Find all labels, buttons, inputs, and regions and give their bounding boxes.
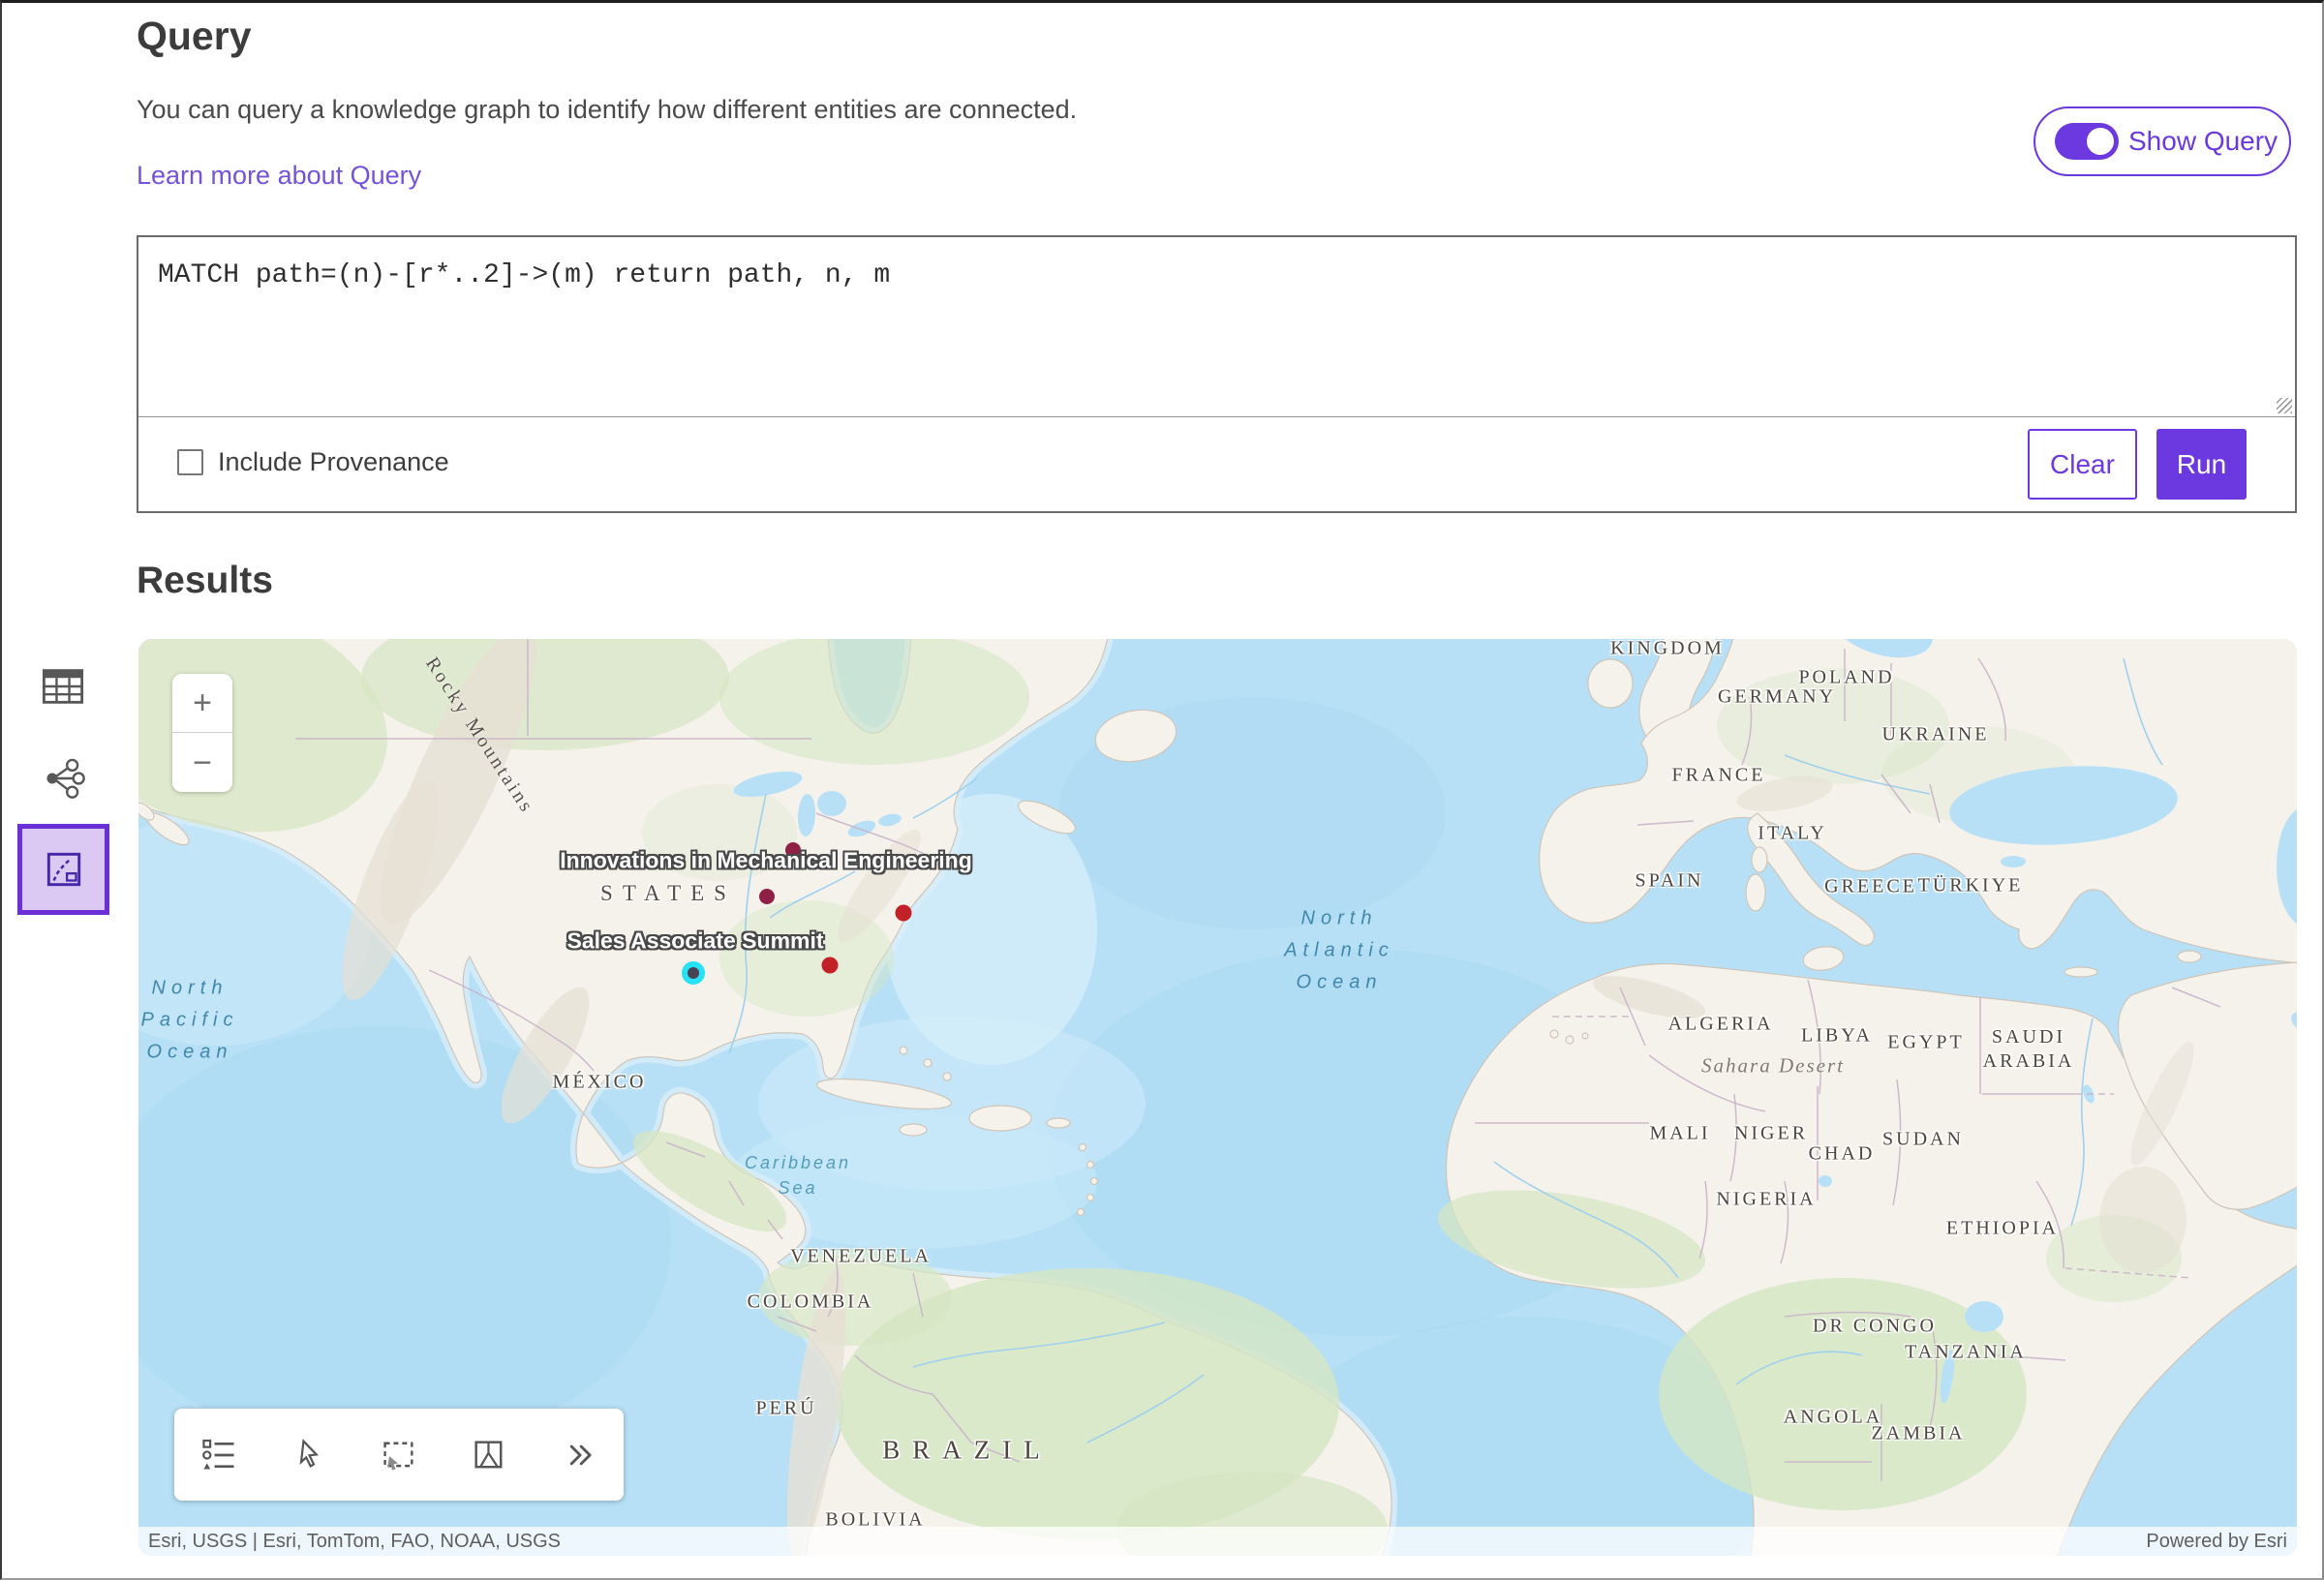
- map-label: FRANCE: [1672, 765, 1766, 787]
- map-label: BRAZIL: [882, 1436, 1053, 1466]
- query-editor-footer: Include Provenance Clear Run: [138, 416, 2295, 511]
- zoom-in-button[interactable]: +: [172, 674, 232, 733]
- map-label: CHAD: [1809, 1143, 1876, 1166]
- show-query-label: Show Query: [2128, 126, 2278, 157]
- map-label: COLOMBIA: [748, 1291, 874, 1314]
- powered-by-esri: Powered by Esri: [2136, 1531, 2297, 1553]
- map-label: KINGDOM: [1610, 639, 1725, 660]
- map-label: VENEZUELA: [790, 1246, 932, 1268]
- toggle-switch-icon[interactable]: [2055, 123, 2119, 160]
- table-view-button[interactable]: [38, 662, 88, 713]
- map-label: LIBYA: [1801, 1025, 1873, 1048]
- include-provenance-checkbox[interactable]: [177, 449, 203, 475]
- map-label: SAUDI ARABIA: [1983, 1025, 2075, 1074]
- attribution-sources: Esri, USGS | Esri, TomTom, FAO, NOAA, US…: [138, 1531, 570, 1553]
- page-description: You can query a knowledge graph to ident…: [137, 95, 1077, 125]
- map-label: ZAMBIA: [1872, 1423, 1966, 1445]
- pointer-button[interactable]: [284, 1430, 334, 1480]
- map-label: GERMANY: [1718, 686, 1836, 709]
- select-polygon-button[interactable]: [464, 1430, 514, 1480]
- map-label: TÜRKIYE: [1918, 875, 2024, 897]
- results-map[interactable]: Innovations in Mechanical Engineering Sal…: [138, 639, 2297, 1556]
- query-editor: MATCH path=(n)-[r*..2]->(m) return path,…: [137, 235, 2297, 513]
- map-label: ANGOLA: [1784, 1407, 1882, 1429]
- select-rectangle-icon: [380, 1436, 418, 1474]
- show-query-toggle[interactable]: Show Query: [2034, 106, 2291, 176]
- learn-more-link[interactable]: Learn more about Query: [137, 161, 421, 191]
- map-label: ALGERIA: [1668, 1014, 1774, 1036]
- map-label: POLAND: [1798, 667, 1894, 689]
- map-label: NIGER: [1734, 1123, 1808, 1145]
- map-label: NIGERIA: [1716, 1189, 1816, 1211]
- map-label: Caribbean Sea: [745, 1150, 851, 1200]
- map-label: North Pacific Ocean: [141, 973, 239, 1069]
- map-label: ETHIOPIA: [1946, 1218, 2059, 1240]
- cursor-icon: [290, 1436, 328, 1474]
- map-label: ITALY: [1758, 823, 1826, 845]
- results-title: Results: [137, 560, 273, 602]
- map-label: UKRAINE: [1882, 724, 1990, 746]
- query-input[interactable]: MATCH path=(n)-[r*..2]->(m) return path,…: [138, 237, 2295, 414]
- zoom-out-button[interactable]: −: [172, 733, 232, 792]
- map-label: EGYPT: [1887, 1032, 1964, 1054]
- map-label: GREECE: [1824, 876, 1917, 898]
- map-label: SPAIN: [1636, 870, 1704, 893]
- page-title: Query: [137, 14, 252, 59]
- map-label: Sahara Desert: [1701, 1054, 1845, 1079]
- network-icon: [42, 755, 88, 802]
- map-event-label: Sales Associate Summit: [566, 928, 823, 955]
- map-event-label: Innovations in Mechanical Engineering: [560, 848, 972, 874]
- clear-button[interactable]: Clear: [2028, 429, 2137, 500]
- map-label: Rocky Mountains: [420, 653, 538, 818]
- select-rectangle-button[interactable]: [374, 1430, 424, 1480]
- map-label: STATES: [600, 881, 736, 906]
- map-label: TANZANIA: [1905, 1342, 2027, 1364]
- map-view-button[interactable]: [17, 824, 109, 915]
- run-button[interactable]: Run: [2156, 429, 2247, 500]
- map-toolbar: [174, 1409, 624, 1501]
- map-label: PERÚ: [755, 1398, 816, 1420]
- map-label: MALI: [1649, 1123, 1710, 1145]
- query-page: Query You can query a knowledge graph to…: [0, 0, 2324, 1580]
- include-provenance-label: Include Provenance: [218, 447, 449, 477]
- legend-button[interactable]: [194, 1430, 244, 1480]
- map-zoom-control: + −: [172, 674, 232, 792]
- map-select-icon: [42, 847, 86, 892]
- map-label: MÉXICO: [553, 1072, 647, 1094]
- graph-view-button[interactable]: [40, 754, 90, 805]
- legend-icon: [199, 1436, 238, 1474]
- map-label: North Atlantic Ocean: [1284, 903, 1394, 999]
- map-label: DR CONGO: [1813, 1316, 1937, 1338]
- resize-handle-icon[interactable]: [2277, 398, 2292, 413]
- select-polygon-icon: [470, 1436, 508, 1474]
- table-icon: [40, 663, 86, 710]
- map-attribution: Esri, USGS | Esri, TomTom, FAO, NOAA, US…: [138, 1527, 2297, 1556]
- map-label: SUDAN: [1882, 1129, 1964, 1151]
- double-chevron-right-icon: [560, 1436, 598, 1474]
- expand-toolbar-button[interactable]: [554, 1430, 604, 1480]
